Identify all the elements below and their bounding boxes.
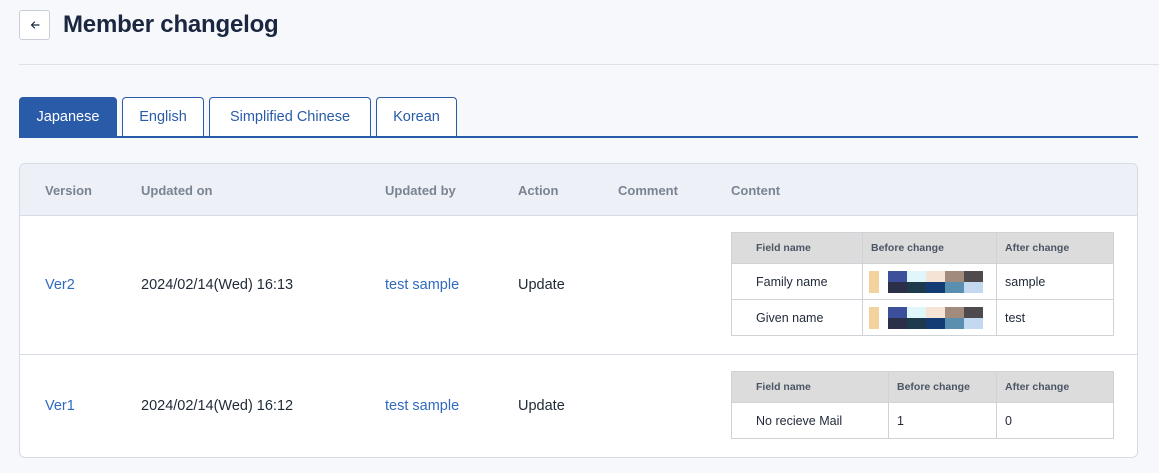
page-header: Member changelog xyxy=(19,10,279,40)
diff-row: Given name test xyxy=(731,299,1114,336)
mosaic-block xyxy=(945,306,964,318)
mosaic-block xyxy=(907,306,926,318)
updated-on: 2024/02/14(Wed) 16:13 xyxy=(141,277,294,293)
mosaic-block xyxy=(926,317,945,329)
mosaic-block xyxy=(964,281,983,293)
column-header-version: Version xyxy=(45,183,92,198)
column-header-comment: Comment xyxy=(618,183,678,198)
action: Update xyxy=(518,277,565,293)
diff-before-redacted xyxy=(862,263,997,300)
mosaic-block xyxy=(888,317,907,329)
tab-english[interactable]: English xyxy=(122,97,204,136)
diff-before-redacted xyxy=(862,299,997,336)
table-row: Ver2 2024/02/14(Wed) 16:13 test sample U… xyxy=(20,216,1137,355)
diff-header-field-name: Field name xyxy=(731,232,863,264)
diff-field: Family name xyxy=(731,263,863,300)
action: Update xyxy=(518,398,565,414)
diff-header-before: Before change xyxy=(888,371,997,403)
diff-row: No recieve Mail 1 0 xyxy=(731,402,1114,439)
changelog-table: Version Updated on Updated by Action Com… xyxy=(19,163,1138,458)
diff-field: No recieve Mail xyxy=(731,402,889,439)
mosaic-block xyxy=(964,317,983,329)
tab-korean[interactable]: Korean xyxy=(376,97,457,136)
mosaic-block xyxy=(869,281,879,293)
mosaic-block xyxy=(888,281,907,293)
updated-by-link[interactable]: test sample xyxy=(385,277,459,293)
diff-header-row: Field name Before change After change xyxy=(731,371,1114,403)
header-divider xyxy=(19,64,1159,65)
mosaic-block xyxy=(907,281,926,293)
diff-after: test xyxy=(996,299,1114,336)
tab-japanese[interactable]: Japanese xyxy=(19,97,117,136)
mosaic-block xyxy=(888,306,907,318)
table-header: Version Updated on Updated by Action Com… xyxy=(20,164,1137,216)
content-diff-table: Field name Before change After change Fa… xyxy=(731,232,1114,336)
mosaic-block xyxy=(926,270,945,282)
mosaic-block xyxy=(888,270,907,282)
redacted-mosaic xyxy=(869,270,983,293)
back-button[interactable] xyxy=(19,10,50,40)
mosaic-block xyxy=(907,270,926,282)
version-link[interactable]: Ver2 xyxy=(45,277,75,293)
mosaic-block xyxy=(869,306,879,318)
mosaic-block xyxy=(945,317,964,329)
version-link[interactable]: Ver1 xyxy=(45,398,75,414)
mosaic-block xyxy=(869,317,879,329)
mosaic-block xyxy=(869,270,879,282)
column-header-updated-on: Updated on xyxy=(141,183,213,198)
content-diff-table: Field name Before change After change No… xyxy=(731,371,1114,439)
mosaic-block xyxy=(945,270,964,282)
mosaic-block xyxy=(926,306,945,318)
redacted-mosaic xyxy=(869,306,983,329)
mosaic-block xyxy=(964,306,983,318)
column-header-updated-by: Updated by xyxy=(385,183,456,198)
language-tabs: Japanese English Simplified Chinese Kore… xyxy=(19,97,1138,138)
diff-header-row: Field name Before change After change xyxy=(731,232,1114,264)
diff-field: Given name xyxy=(731,299,863,336)
page-title: Member changelog xyxy=(63,11,279,38)
diff-header-after: After change xyxy=(996,232,1114,264)
column-header-action: Action xyxy=(518,183,559,198)
diff-header-before: Before change xyxy=(862,232,997,264)
diff-row: Family name sample xyxy=(731,263,1114,300)
diff-after: 0 xyxy=(996,402,1114,439)
column-header-content: Content xyxy=(731,183,781,198)
mosaic-block xyxy=(926,281,945,293)
mosaic-block xyxy=(907,317,926,329)
mosaic-block xyxy=(964,270,983,282)
table-row: Ver1 2024/02/14(Wed) 16:12 test sample U… xyxy=(20,355,1137,457)
updated-by-link[interactable]: test sample xyxy=(385,398,459,414)
mosaic-block xyxy=(945,281,964,293)
arrow-left-icon xyxy=(30,21,40,29)
updated-on: 2024/02/14(Wed) 16:12 xyxy=(141,398,294,414)
diff-header-field-name: Field name xyxy=(731,371,889,403)
diff-after: sample xyxy=(996,263,1114,300)
diff-before: 1 xyxy=(888,402,997,439)
diff-header-after: After change xyxy=(996,371,1114,403)
tab-simplified-chinese[interactable]: Simplified Chinese xyxy=(209,97,371,136)
